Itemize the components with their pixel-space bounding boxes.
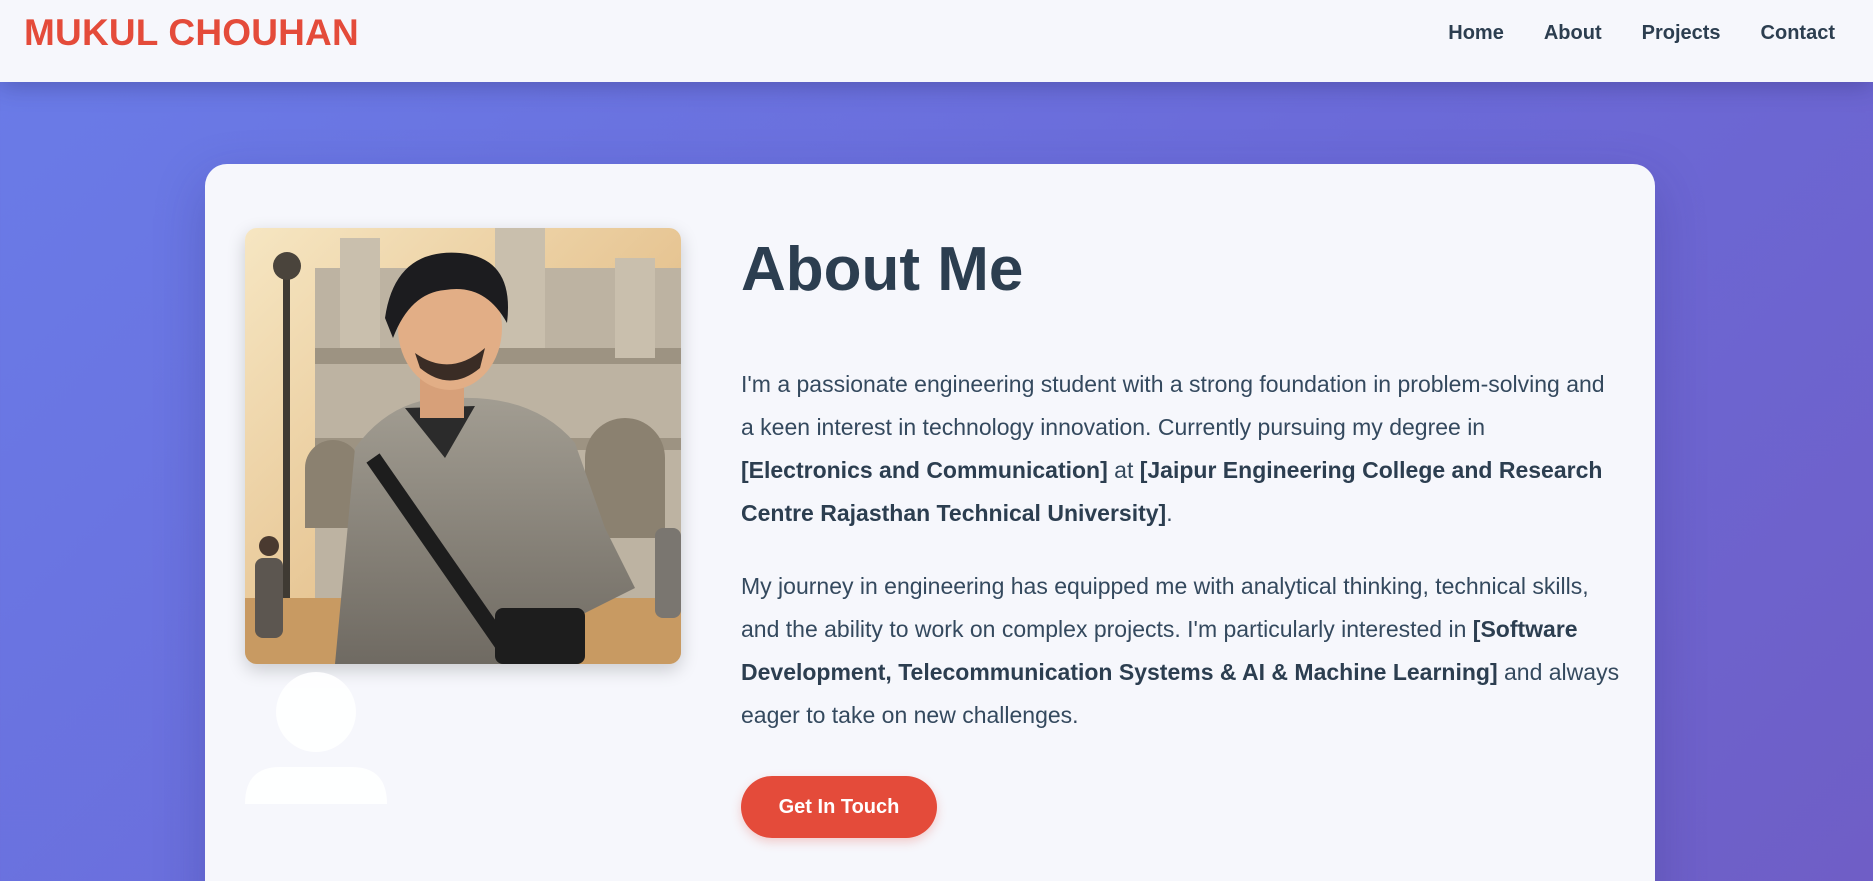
brand-logo[interactable]: MUKUL CHOUHAN [24, 12, 359, 54]
navbar: MUKUL CHOUHAN Home About Projects Contac… [0, 0, 1873, 82]
paragraph-text: I'm a passionate engineering student wit… [741, 371, 1605, 441]
nav-projects[interactable]: Projects [1642, 22, 1721, 45]
nav-home[interactable]: Home [1448, 22, 1504, 45]
about-paragraph-2: My journey in engineering has equipped m… [741, 565, 1621, 737]
about-card: About Me I'm a passionate engineering st… [205, 164, 1655, 881]
main-nav: Home About Projects Contact [1448, 22, 1835, 45]
user-silhouette-icon [245, 672, 387, 804]
paragraph-text: My journey in engineering has equipped m… [741, 573, 1589, 643]
degree-text: [Electronics and Communication] [741, 457, 1108, 484]
nav-about[interactable]: About [1544, 22, 1602, 45]
page-title: About Me [741, 235, 1024, 304]
get-in-touch-button[interactable]: Get In Touch [741, 776, 937, 838]
nav-contact[interactable]: Contact [1761, 22, 1835, 45]
about-paragraph-1: I'm a passionate engineering student wit… [741, 363, 1621, 535]
about-content: About Me I'm a passionate engineering st… [741, 234, 1621, 737]
paragraph-text: . [1166, 500, 1173, 527]
paragraph-text: at [1107, 457, 1140, 484]
profile-photo [245, 228, 681, 664]
